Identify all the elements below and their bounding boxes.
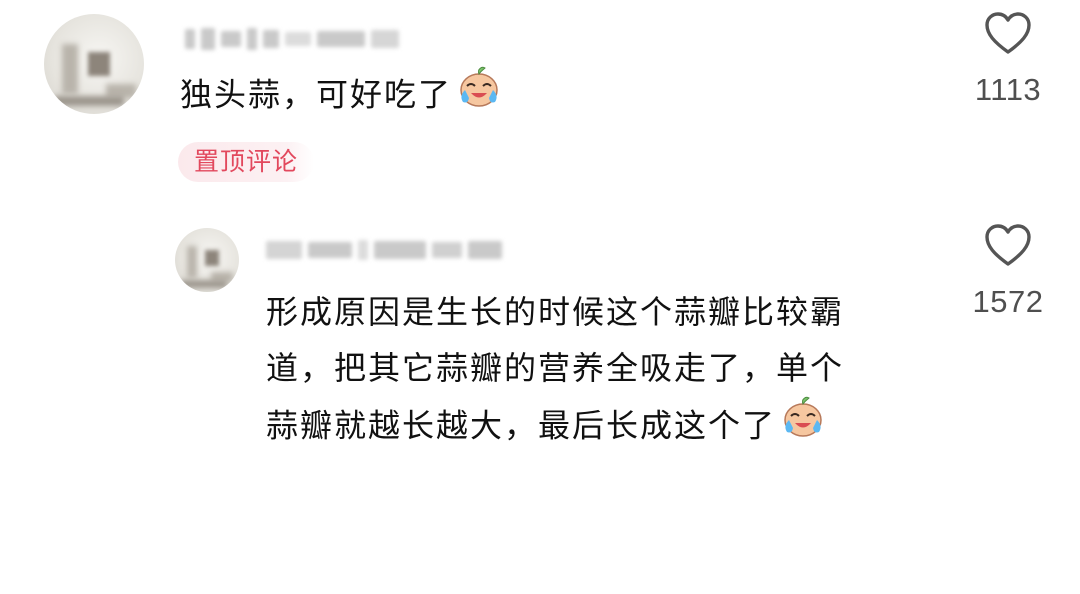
reply-text-line: 形成原因是生长的时候这个蒜瓣比较霸 [266,293,845,331]
heart-outline-icon[interactable] [963,12,1053,58]
reply-text-line: 道，把其它蒜瓣的营养全吸走了，单个 [266,349,845,387]
reply-text-last-line: 蒜瓣就越长越大，最后长成这个了 [266,396,844,452]
pinned-comment-badge: 置顶评论 [178,142,315,182]
like-column: 1572 [963,224,1053,320]
comment-item: 独头蒜，可好吃了 置顶评论 1113 [0,0,1080,200]
reply-text[interactable]: 形成原因是生长的时候这个蒜瓣比较霸 道，把其它蒜瓣的营养全吸走了，单个 蒜瓣就越… [266,284,844,452]
avatar[interactable] [175,228,239,292]
comment-text[interactable]: 独头蒜，可好吃了 [180,66,502,127]
heart-outline-icon[interactable] [963,224,1053,270]
username[interactable] [185,28,399,50]
username[interactable] [266,240,502,260]
reply-text-line: 蒜瓣就越长越大，最后长成这个了 [266,406,777,445]
avatar[interactable] [44,14,144,114]
crying-laughing-emoji-icon [456,63,502,124]
like-column: 1113 [963,12,1053,108]
comment-text-content: 独头蒜，可好吃了 [180,75,453,114]
crying-laughing-emoji-icon [780,393,826,456]
like-count: 1113 [974,72,1042,107]
like-count: 1572 [972,284,1044,319]
reply-item: 形成原因是生长的时候这个蒜瓣比较霸 道，把其它蒜瓣的营养全吸走了，单个 蒜瓣就越… [0,200,1080,594]
